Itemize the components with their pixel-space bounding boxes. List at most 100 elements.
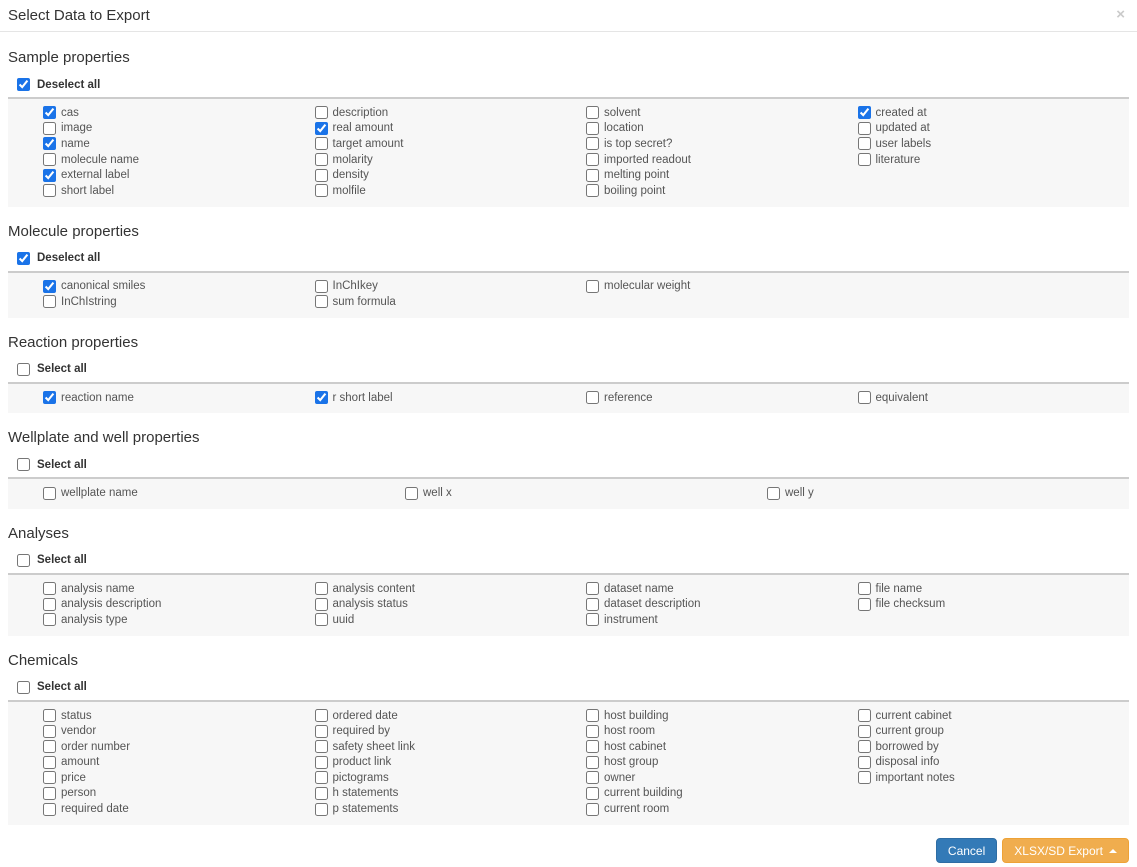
checkbox-input-product-link[interactable] (315, 756, 328, 769)
checkbox-owner[interactable]: owner (586, 770, 858, 786)
checkbox-short-label[interactable]: short label (43, 183, 315, 199)
checkbox-input-molecular-weight[interactable] (586, 280, 599, 293)
checkbox-location[interactable]: location (586, 121, 858, 137)
checkbox-well-x[interactable]: well x (405, 485, 767, 501)
checkbox-disposal-info[interactable]: disposal info (858, 755, 1130, 771)
checkbox-input-literature[interactable] (858, 153, 871, 166)
checkbox-uuid[interactable]: uuid (315, 612, 587, 628)
checkbox-user-labels[interactable]: user labels (858, 136, 1130, 152)
checkbox-input-host-cabinet[interactable] (586, 740, 599, 753)
checkbox-analysis-status[interactable]: analysis status (315, 597, 587, 613)
checkbox-dataset-name[interactable]: dataset name (586, 581, 858, 597)
checkbox-input-molecule-name[interactable] (43, 153, 56, 166)
checkbox-analysis-name[interactable]: analysis name (43, 581, 315, 597)
checkbox-input-current-building[interactable] (586, 787, 599, 800)
checkbox-reference[interactable]: reference (586, 390, 858, 406)
checkbox-price[interactable]: price (43, 770, 315, 786)
select-all-input[interactable] (17, 681, 30, 694)
checkbox-input-price[interactable] (43, 771, 56, 784)
checkbox-input-density[interactable] (315, 169, 328, 182)
checkbox-input-well-x[interactable] (405, 487, 418, 500)
checkbox-instrument[interactable]: instrument (586, 612, 858, 628)
checkbox-r-short-label[interactable]: r short label (315, 390, 587, 406)
checkbox-boiling-point[interactable]: boiling point (586, 183, 858, 199)
checkbox-input-inchikey[interactable] (315, 280, 328, 293)
select-all-checkbox-chemicals[interactable]: Select all (17, 680, 1129, 695)
checkbox-input-r-short-label[interactable] (315, 391, 328, 404)
checkbox-input-file-name[interactable] (858, 582, 871, 595)
checkbox-canonical-smiles[interactable]: canonical smiles (43, 279, 315, 295)
checkbox-borrowed-by[interactable]: borrowed by (858, 739, 1130, 755)
checkbox-analysis-description[interactable]: analysis description (43, 597, 315, 613)
checkbox-input-important-notes[interactable] (858, 771, 871, 784)
checkbox-input-boiling-point[interactable] (586, 184, 599, 197)
checkbox-analysis-type[interactable]: analysis type (43, 612, 315, 628)
checkbox-input-current-cabinet[interactable] (858, 709, 871, 722)
checkbox-wellplate-name[interactable]: wellplate name (43, 485, 405, 501)
checkbox-input-description[interactable] (315, 106, 328, 119)
checkbox-input-equivalent[interactable] (858, 391, 871, 404)
checkbox-equivalent[interactable]: equivalent (858, 390, 1130, 406)
checkbox-input-instrument[interactable] (586, 613, 599, 626)
checkbox-input-user-labels[interactable] (858, 137, 871, 150)
checkbox-input-molfile[interactable] (315, 184, 328, 197)
checkbox-description[interactable]: description (315, 105, 587, 121)
checkbox-input-person[interactable] (43, 787, 56, 800)
checkbox-vendor[interactable]: vendor (43, 723, 315, 739)
checkbox-current-building[interactable]: current building (586, 786, 858, 802)
checkbox-host-building[interactable]: host building (586, 708, 858, 724)
deselect-all-checkbox-sample-properties[interactable]: Deselect all (17, 77, 1129, 92)
checkbox-input-owner[interactable] (586, 771, 599, 784)
select-all-input[interactable] (17, 363, 30, 376)
checkbox-input-p-statements[interactable] (315, 803, 328, 816)
checkbox-input-is-top-secret[interactable] (586, 137, 599, 150)
checkbox-input-file-checksum[interactable] (858, 598, 871, 611)
checkbox-molarity[interactable]: molarity (315, 152, 587, 168)
select-all-checkbox-analyses[interactable]: Select all (17, 553, 1129, 568)
checkbox-literature[interactable]: literature (858, 152, 1130, 168)
checkbox-input-vendor[interactable] (43, 725, 56, 738)
checkbox-current-room[interactable]: current room (586, 801, 858, 817)
checkbox-input-imported-readout[interactable] (586, 153, 599, 166)
deselect-all-checkbox-molecule-properties[interactable]: Deselect all (17, 251, 1129, 266)
select-all-input[interactable] (17, 554, 30, 567)
checkbox-required-date[interactable]: required date (43, 801, 315, 817)
checkbox-input-uuid[interactable] (315, 613, 328, 626)
checkbox-input-melting-point[interactable] (586, 169, 599, 182)
checkbox-input-host-group[interactable] (586, 756, 599, 769)
checkbox-reaction-name[interactable]: reaction name (43, 390, 315, 406)
checkbox-input-status[interactable] (43, 709, 56, 722)
checkbox-input-disposal-info[interactable] (858, 756, 871, 769)
checkbox-host-cabinet[interactable]: host cabinet (586, 739, 858, 755)
checkbox-name[interactable]: name (43, 136, 315, 152)
checkbox-dataset-description[interactable]: dataset description (586, 597, 858, 613)
checkbox-molecular-weight[interactable]: molecular weight (586, 279, 858, 295)
select-all-checkbox-reaction-properties[interactable]: Select all (17, 362, 1129, 377)
deselect-all-input[interactable] (17, 78, 30, 91)
checkbox-input-dataset-description[interactable] (586, 598, 599, 611)
checkbox-input-safety-sheet-link[interactable] (315, 740, 328, 753)
checkbox-input-target-amount[interactable] (315, 137, 328, 150)
checkbox-input-inchistring[interactable] (43, 295, 56, 308)
checkbox-important-notes[interactable]: important notes (858, 770, 1130, 786)
checkbox-input-borrowed-by[interactable] (858, 740, 871, 753)
checkbox-status[interactable]: status (43, 708, 315, 724)
checkbox-created-at[interactable]: created at (858, 105, 1130, 121)
checkbox-input-dataset-name[interactable] (586, 582, 599, 595)
checkbox-input-sum-formula[interactable] (315, 295, 328, 308)
checkbox-input-well-y[interactable] (767, 487, 780, 500)
select-all-checkbox-wellplate-and-well-properties[interactable]: Select all (17, 457, 1129, 472)
checkbox-input-order-number[interactable] (43, 740, 56, 753)
checkbox-person[interactable]: person (43, 786, 315, 802)
deselect-all-input[interactable] (17, 252, 30, 265)
checkbox-inchikey[interactable]: InChIkey (315, 279, 587, 295)
cancel-button[interactable]: Cancel (936, 838, 997, 863)
checkbox-current-group[interactable]: current group (858, 723, 1130, 739)
checkbox-file-name[interactable]: file name (858, 581, 1130, 597)
checkbox-density[interactable]: density (315, 167, 587, 183)
checkbox-input-analysis-type[interactable] (43, 613, 56, 626)
checkbox-input-analysis-name[interactable] (43, 582, 56, 595)
checkbox-input-name[interactable] (43, 137, 56, 150)
checkbox-input-real-amount[interactable] (315, 122, 328, 135)
checkbox-file-checksum[interactable]: file checksum (858, 597, 1130, 613)
